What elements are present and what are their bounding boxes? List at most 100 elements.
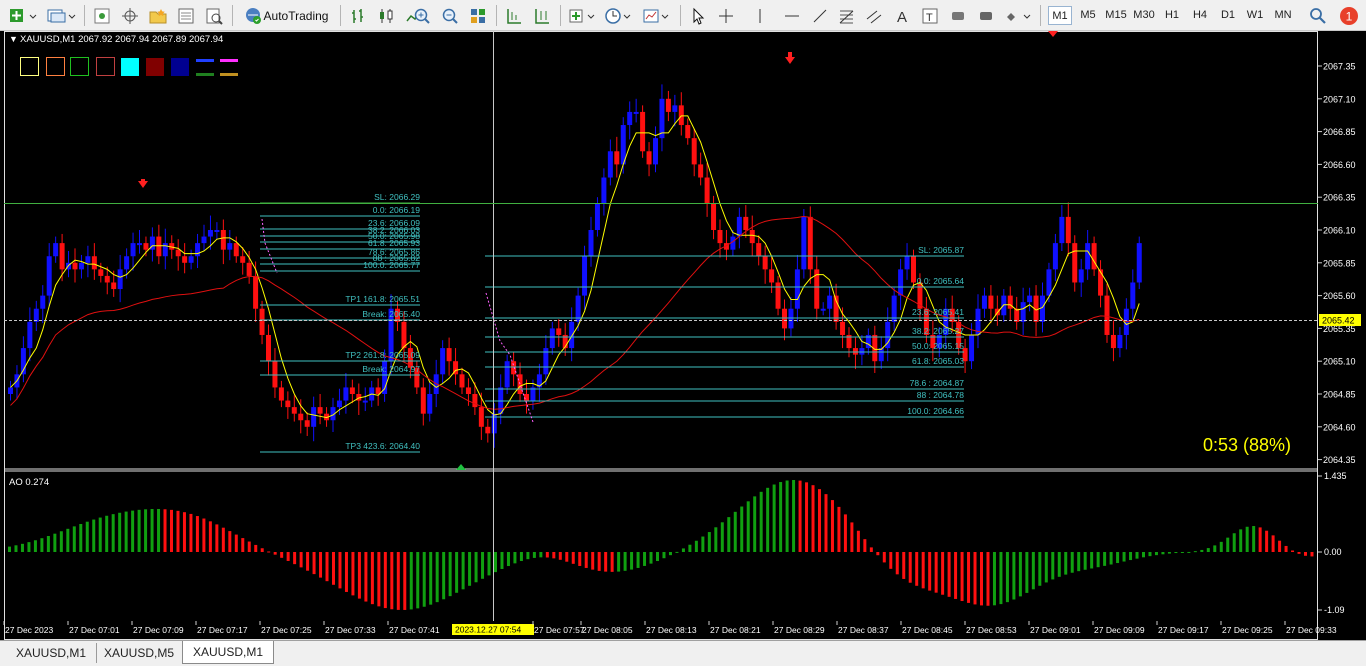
ao-bar (1206, 548, 1210, 552)
timeframe-m30[interactable]: M30 (1131, 6, 1157, 25)
ao-bar (1051, 552, 1055, 580)
zoom-in-icon[interactable] (410, 4, 434, 27)
cursor-icon[interactable] (686, 4, 710, 27)
bar-chart-icon[interactable] (346, 4, 370, 27)
ao-bar (377, 552, 381, 607)
chart-tab[interactable]: XAUUSD,M5 (94, 643, 186, 663)
candle-body (743, 216, 749, 230)
channels-icon[interactable] (862, 4, 886, 27)
ao-bar (539, 552, 543, 558)
swatch-blue-line[interactable] (196, 59, 214, 62)
periods-clock-icon[interactable] (602, 4, 636, 27)
swatch-magenta-line[interactable] (220, 59, 238, 62)
candle-body (459, 374, 465, 388)
candlestick-chart-icon[interactable] (374, 4, 398, 27)
ao-tick-label: -1.09 (1324, 605, 1345, 615)
indicators-icon[interactable] (566, 4, 600, 27)
autotrading-button[interactable]: AutoTrading (238, 4, 334, 27)
buy-arrow-icon (456, 464, 466, 470)
tile-windows-icon[interactable] (466, 4, 490, 27)
more-tools-icon[interactable] (1002, 4, 1036, 27)
candle-body (801, 216, 807, 270)
ao-bar (1245, 526, 1249, 552)
ao-bar (66, 528, 70, 552)
ao-bar (286, 552, 290, 561)
timeframe-h4[interactable]: H4 (1188, 6, 1212, 25)
ao-bar (610, 552, 614, 572)
timeframe-m5[interactable]: M5 (1076, 6, 1100, 25)
candle-body (981, 295, 987, 309)
market-watch-icon[interactable] (90, 4, 114, 27)
profiles-icon[interactable] (44, 4, 78, 27)
ao-bar (1219, 541, 1223, 552)
candle-body (446, 348, 452, 362)
new-order-icon[interactable] (6, 4, 40, 27)
ao-bar (234, 534, 238, 552)
ao-bar (617, 552, 621, 572)
ao-bar (597, 552, 601, 571)
chart-shift-icon[interactable] (502, 4, 526, 27)
candle-body (698, 164, 704, 178)
ao-tick-label: 0.00 (1324, 547, 1342, 557)
chart-header-arrow[interactable]: ▼ (9, 34, 18, 44)
chart-window[interactable]: SL: 2066.29 0.0: 2066.19 23.6: 2066.09 38.2… (0, 31, 1366, 640)
timeframe-m15[interactable]: M15 (1103, 6, 1129, 25)
swatch-green-line[interactable] (196, 73, 214, 76)
timeframe-w1[interactable]: W1 (1243, 6, 1267, 25)
autotrading-icon (245, 7, 261, 24)
timeframe-h1[interactable]: H1 (1160, 6, 1184, 25)
text-label-icon[interactable]: T (918, 4, 942, 27)
candle-body (485, 426, 491, 434)
zoom-out-icon[interactable] (438, 4, 462, 27)
ao-bar (928, 552, 932, 591)
candle-body (807, 216, 813, 270)
trendline-icon[interactable] (808, 4, 832, 27)
chart-tab[interactable]: XAUUSD,M1 (182, 641, 275, 664)
shapes-icon[interactable] (974, 4, 998, 27)
swatch-navy[interactable] (171, 58, 189, 76)
ao-bar (740, 506, 744, 552)
vertical-line-icon[interactable] (748, 4, 772, 27)
folder-star-icon[interactable] (146, 4, 170, 27)
terminal-icon[interactable] (174, 4, 198, 27)
ao-bar (727, 517, 731, 552)
chart-tab[interactable]: XAUUSD,M1 (6, 643, 98, 663)
horizontal-line-icon[interactable] (780, 4, 804, 27)
timeframe-d1[interactable]: D1 (1216, 6, 1240, 25)
search-icon[interactable] (1306, 4, 1330, 27)
candle-body (298, 413, 304, 421)
candle-body (85, 256, 91, 263)
price-chart[interactable]: SL: 2066.290.0: 2066.1923.6: 2066.0938.2… (0, 31, 1366, 640)
price-tick-label: 2065.85 (1323, 258, 1356, 268)
ao-bar (1193, 551, 1197, 553)
timeframe-m1[interactable]: M1 (1048, 6, 1072, 25)
swatch-gold-line[interactable] (220, 73, 238, 76)
ao-bar (649, 552, 653, 564)
ao-bar (1187, 551, 1191, 553)
candle-body (311, 407, 317, 427)
arrow-tools-icon[interactable] (946, 4, 970, 27)
crosshair-navigator-icon[interactable] (118, 4, 142, 27)
fib-anchor-line (261, 218, 278, 274)
auto-scroll-icon[interactable] (530, 4, 554, 27)
ao-bar (396, 552, 400, 610)
swatch-orange[interactable] (46, 57, 65, 76)
candle-body (672, 105, 678, 112)
text-icon[interactable]: A (890, 4, 914, 27)
swatch-yellow[interactable] (20, 57, 39, 76)
templates-icon[interactable] (640, 4, 674, 27)
swatch-green[interactable] (70, 57, 89, 76)
fibonacci-icon[interactable] (834, 4, 858, 27)
fib-level-label: 0.0: 2065.64 (917, 276, 965, 286)
swatch-red[interactable] (96, 57, 115, 76)
strategy-tester-icon[interactable] (202, 4, 226, 27)
ao-bar (526, 552, 530, 560)
timeframe-mn[interactable]: MN (1271, 6, 1295, 25)
swatch-maroon[interactable] (146, 58, 164, 76)
crosshair-icon[interactable] (714, 4, 738, 27)
ao-bar (856, 530, 860, 552)
swatch-cyan[interactable] (121, 58, 139, 76)
ao-bar (746, 501, 750, 552)
time-label: 27 Dec 08:21 (710, 625, 761, 635)
notifications-badge[interactable]: 1 (1336, 4, 1362, 27)
